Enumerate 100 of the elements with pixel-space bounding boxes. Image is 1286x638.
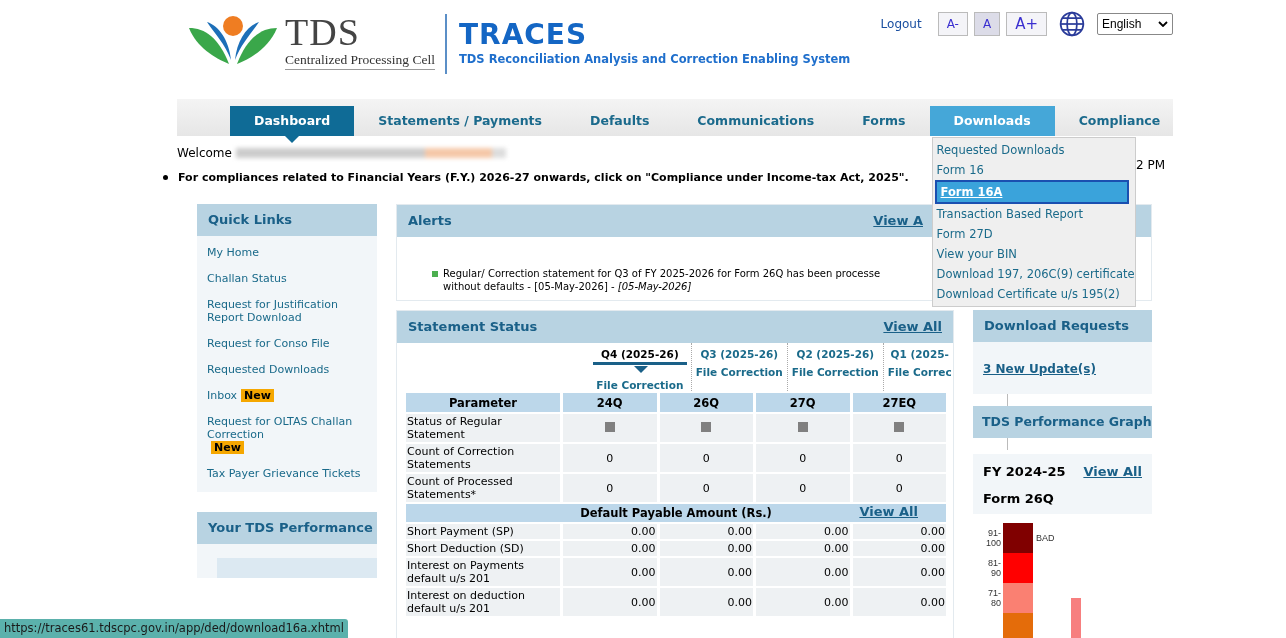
status-bar-url: https://traces61.tdscpc.gov.in/app/ded/download16a.xhtml: [0, 619, 348, 638]
notice-text: For compliances related to Financial Years (F.Y.) 2026-27 onwards, click on "Compliance under Income-tax Act, 2025".: [178, 171, 909, 184]
new-tag: New: [241, 389, 274, 402]
table-cell: 0: [852, 474, 946, 502]
quick-link[interactable]: Requested Downloads: [207, 363, 330, 376]
time-text: 2 PM: [1135, 158, 1165, 172]
nav-tab[interactable]: Communications: [673, 106, 839, 136]
globe-icon[interactable]: [1059, 11, 1085, 37]
table-cell: 0.00: [659, 524, 753, 539]
column-header: 26Q: [659, 393, 753, 412]
view-all-link[interactable]: View All: [859, 505, 918, 518]
new-tag: New: [211, 441, 244, 454]
table-cell: 0.00: [563, 541, 657, 556]
menu-item[interactable]: Form 27D: [932, 224, 1135, 244]
table-cell: 0.00: [852, 558, 946, 586]
table-cell: 0: [852, 444, 946, 472]
column-header: Parameter: [406, 393, 560, 412]
menu-item[interactable]: Download Certificate u/s 195(2): [932, 284, 1135, 304]
status-square-icon: [604, 421, 615, 432]
nav-tab[interactable]: Forms: [838, 106, 930, 136]
menu-item[interactable]: Form 16: [932, 160, 1135, 180]
fy-label: FY 2024-25: [983, 464, 1066, 479]
nav-tab[interactable]: Defaults: [566, 106, 674, 136]
alert-text: Regular/ Correction statement for Q3 of FY 2025-2026 for Form 26Q has been processe: [443, 267, 881, 280]
column-header: 24Q: [563, 393, 657, 412]
table-cell: 0.00: [659, 558, 753, 586]
menu-item[interactable]: Requested Downloads: [932, 140, 1135, 160]
table-cell: 0.00: [659, 588, 753, 616]
table-cell: 0: [659, 474, 753, 502]
bullet-icon: [163, 175, 168, 180]
table-cell: Short Deduction (SD): [406, 541, 560, 556]
table-cell: 0.00: [756, 541, 850, 556]
bullet-icon: [432, 271, 438, 277]
quick-link[interactable]: My Home: [207, 246, 259, 259]
quick-link[interactable]: Challan Status: [207, 272, 287, 285]
view-all-link[interactable]: View All: [883, 318, 942, 336]
quick-link[interactable]: Request for Justification Report Download: [207, 298, 367, 324]
menu-item[interactable]: Transaction Based Report: [932, 204, 1135, 224]
file-correction-link[interactable]: File Correction: [596, 379, 684, 391]
table-cell: 0: [756, 474, 850, 502]
status-square-icon: [797, 421, 808, 432]
section-title: Default Payable Amount (Rs.): [580, 505, 772, 520]
welcome-label: Welcome: [177, 146, 232, 160]
menu-item[interactable]: View your BIN: [932, 244, 1135, 264]
quarter-tab[interactable]: Q3 (2025-26): [700, 348, 779, 360]
quick-link[interactable]: Inbox: [207, 389, 238, 402]
quarter-tab[interactable]: Q2 (2025-26): [796, 348, 875, 360]
view-all-link[interactable]: View All: [1083, 464, 1142, 479]
table-cell: Status of Regular Statement: [406, 414, 560, 442]
file-correction-link[interactable]: File Correction: [791, 366, 879, 378]
performance-bar: [1070, 598, 1081, 638]
panel-title: Download Requests: [973, 310, 1152, 342]
table-cell: 0.00: [852, 541, 946, 556]
table-cell: Count of Correction Statements: [406, 444, 560, 472]
quarter-tab[interactable]: Q1 (2025-: [890, 348, 949, 360]
panel-title: Statement Status: [408, 318, 538, 336]
range-label: 81-90: [987, 558, 1001, 578]
table-cell: 0.00: [563, 558, 657, 586]
updates-link[interactable]: 3 New Update(s): [983, 362, 1096, 376]
language-select[interactable]: English: [1097, 13, 1173, 35]
font-size-button[interactable]: A+: [1006, 12, 1047, 36]
menu-item[interactable]: Download 197, 206C(9) certificate: [932, 264, 1135, 284]
quick-link[interactable]: Tax Payer Grievance Tickets: [207, 467, 361, 480]
font-size-button[interactable]: A: [973, 12, 1001, 36]
panel-title: Your TDS Performance: [197, 512, 377, 544]
range-label: 71-80: [987, 588, 1001, 608]
table-cell: 0.00: [563, 524, 657, 539]
logout-link[interactable]: Logout: [880, 17, 922, 31]
quarter-tab[interactable]: Q4 (2025-26): [593, 348, 687, 365]
table-cell: 0: [563, 444, 657, 472]
pointer-icon: [633, 366, 648, 373]
view-all-link[interactable]: View A: [873, 212, 923, 230]
scale-label: BAD: [1036, 533, 1055, 543]
table-cell: 0.00: [852, 524, 946, 539]
table-cell: Interest on deduction default u/s 201: [406, 588, 560, 616]
table-cell: 0.00: [563, 588, 657, 616]
column-header: 27EQ: [852, 393, 946, 412]
table-cell: 0: [563, 474, 657, 502]
table-cell: 0.00: [756, 558, 850, 586]
alert-text: without defaults - [05-May-2026] - [05-May-2026]: [443, 280, 693, 293]
table-cell: 0.00: [659, 541, 753, 556]
table-cell: 0: [659, 444, 753, 472]
logo-text: TDS: [285, 12, 361, 52]
file-correction-link[interactable]: File Correction: [695, 366, 783, 378]
nav-tab[interactable]: Dashboard: [230, 106, 355, 136]
table-cell: 0.00: [756, 588, 850, 616]
status-square-icon: [701, 421, 712, 432]
table-cell: 0: [756, 444, 850, 472]
table-cell: Short Payment (SP): [406, 524, 560, 539]
panel-title: TDS Performance Graph: [973, 406, 1152, 438]
panel-title: Quick Links: [197, 204, 377, 236]
table-cell: 0.00: [852, 588, 946, 616]
caret-icon: [1158, 21, 1168, 27]
font-size-button[interactable]: A-: [937, 12, 968, 36]
quick-link[interactable]: Request for OLTAS Challan Correction: [207, 415, 367, 441]
nav-tab[interactable]: Compliance: [1054, 106, 1173, 136]
file-correction-link[interactable]: File Correc: [887, 366, 952, 378]
nav-tab[interactable]: Statements / Payments: [354, 106, 567, 136]
quick-link[interactable]: Request for Conso File: [207, 337, 330, 350]
panel-title: Alerts: [408, 212, 452, 230]
